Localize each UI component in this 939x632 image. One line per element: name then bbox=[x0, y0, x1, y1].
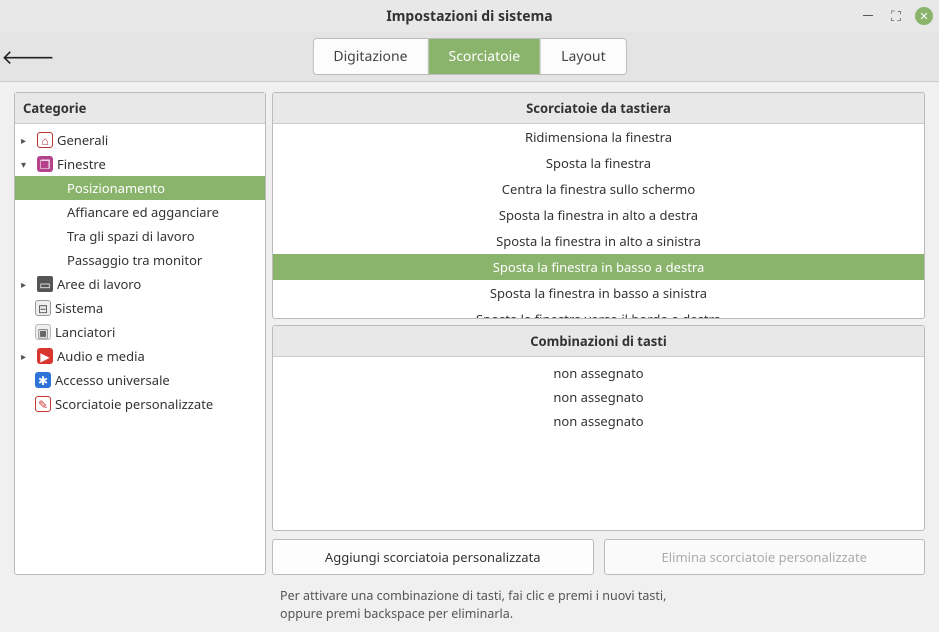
shortcut-item[interactable]: Sposta la finestra verso il bordo a dest… bbox=[273, 306, 924, 318]
tree-item-finestre[interactable]: ▾ ❐ Finestre bbox=[15, 152, 265, 176]
categories-tree: ▸ ⌂ Generali ▾ ❐ Finestre Posizionamento… bbox=[15, 124, 265, 574]
launchers-icon: ▣ bbox=[35, 324, 51, 340]
tree-label: Lanciatori bbox=[55, 323, 115, 341]
shortcuts-header: Scorciatoie da tastiera bbox=[273, 93, 924, 124]
shortcut-item-selected[interactable]: Sposta la finestra in basso a destra bbox=[273, 254, 924, 280]
tree-item-audio[interactable]: ▸ ▶ Audio e media bbox=[15, 344, 265, 368]
tree-item-spazi[interactable]: Tra gli spazi di lavoro bbox=[15, 224, 265, 248]
main-content: Categorie ▸ ⌂ Generali ▾ ❐ Finestre Posi… bbox=[0, 82, 939, 581]
maximize-icon[interactable]: ⛶ bbox=[887, 7, 905, 25]
shortcut-item[interactable]: Ridimensiona la finestra bbox=[273, 124, 924, 150]
chevron-right-icon: ▸ bbox=[21, 133, 33, 147]
footer-note: Per attivare una combinazione di tasti, … bbox=[0, 581, 939, 632]
shortcut-item[interactable]: Sposta la finestra in basso a sinistra bbox=[273, 280, 924, 306]
shortcut-item[interactable]: Sposta la finestra in alto a sinistra bbox=[273, 228, 924, 254]
tree-item-custom[interactable]: ✎ Scorciatoie personalizzate bbox=[15, 392, 265, 416]
tree-label: Affiancare ed agganciare bbox=[67, 203, 219, 221]
tree-label: Posizionamento bbox=[67, 179, 165, 197]
categories-panel: Categorie ▸ ⌂ Generali ▾ ❐ Finestre Posi… bbox=[14, 92, 266, 575]
arrow-left-icon: 🡐 bbox=[1, 43, 55, 70]
tree-item-accesso[interactable]: ✱ Accesso universale bbox=[15, 368, 265, 392]
custom-shortcut-icon: ✎ bbox=[35, 396, 51, 412]
tab-typing[interactable]: Digitazione bbox=[313, 39, 427, 74]
tree-label: Aree di lavoro bbox=[57, 275, 141, 293]
tree-item-sistema[interactable]: ⊟ Sistema bbox=[15, 296, 265, 320]
chevron-right-icon: ▸ bbox=[21, 277, 33, 291]
combo-item[interactable]: non assegnato bbox=[273, 409, 924, 433]
settings-icon: ⌂ bbox=[37, 132, 53, 148]
tree-item-generali[interactable]: ▸ ⌂ Generali bbox=[15, 128, 265, 152]
combos-header: Combinazioni di tasti bbox=[273, 326, 924, 357]
add-shortcut-button[interactable]: Aggiungi scorciatoia personalizzata bbox=[272, 539, 594, 575]
tree-label: Tra gli spazi di lavoro bbox=[67, 227, 195, 245]
toolbar: 🡐 Digitazione Scorciatoie Layout bbox=[0, 32, 939, 82]
system-icon: ⊟ bbox=[35, 300, 51, 316]
footer-line1: Per attivare una combinazione di tasti, … bbox=[280, 587, 666, 604]
window-controls: － ⛶ ✕ bbox=[859, 0, 933, 32]
remove-shortcut-button: Elimina scorciatoie personalizzate bbox=[604, 539, 926, 575]
tree-item-lanciatori[interactable]: ▣ Lanciatori bbox=[15, 320, 265, 344]
windows-icon: ❐ bbox=[37, 156, 53, 172]
shortcuts-panel: Scorciatoie da tastiera Ridimensiona la … bbox=[272, 92, 925, 319]
tree-label: Passaggio tra monitor bbox=[67, 251, 202, 269]
shortcut-item[interactable]: Centra la finestra sullo schermo bbox=[273, 176, 924, 202]
tree-label: Generali bbox=[57, 131, 108, 149]
tab-shortcuts[interactable]: Scorciatoie bbox=[428, 39, 541, 74]
shortcut-item[interactable]: Sposta la finestra in alto a destra bbox=[273, 202, 924, 228]
tree-label: Sistema bbox=[55, 299, 103, 317]
tree-item-monitor[interactable]: Passaggio tra monitor bbox=[15, 248, 265, 272]
accessibility-icon: ✱ bbox=[35, 372, 51, 388]
close-icon[interactable]: ✕ bbox=[915, 7, 933, 25]
tree-label: Finestre bbox=[57, 155, 106, 173]
shortcuts-list[interactable]: Ridimensiona la finestra Sposta la fines… bbox=[273, 124, 924, 318]
back-button[interactable]: 🡐 bbox=[14, 43, 42, 71]
footer-line2: oppure premi backspace per eliminarla. bbox=[280, 605, 513, 622]
combo-item[interactable]: non assegnato bbox=[273, 385, 924, 409]
titlebar: Impostazioni di sistema － ⛶ ✕ bbox=[0, 0, 939, 32]
categories-header: Categorie bbox=[15, 93, 265, 124]
right-column: Scorciatoie da tastiera Ridimensiona la … bbox=[272, 92, 925, 575]
minimize-icon[interactable]: － bbox=[859, 7, 877, 25]
combos-list: non assegnato non assegnato non assegnat… bbox=[273, 357, 924, 530]
combos-panel: Combinazioni di tasti non assegnato non … bbox=[272, 325, 925, 531]
shortcut-item[interactable]: Sposta la finestra bbox=[273, 150, 924, 176]
tree-item-aree[interactable]: ▸ ▭ Aree di lavoro bbox=[15, 272, 265, 296]
chevron-down-icon: ▾ bbox=[21, 157, 33, 171]
tree-label: Audio e media bbox=[57, 347, 145, 365]
tab-bar: Digitazione Scorciatoie Layout bbox=[312, 38, 626, 75]
workspaces-icon: ▭ bbox=[37, 276, 53, 292]
combo-item[interactable]: non assegnato bbox=[273, 361, 924, 385]
tree-item-affiancare[interactable]: Affiancare ed agganciare bbox=[15, 200, 265, 224]
window-title: Impostazioni di sistema bbox=[386, 7, 552, 26]
button-row: Aggiungi scorciatoia personalizzata Elim… bbox=[272, 539, 925, 575]
tree-item-posizionamento[interactable]: Posizionamento bbox=[15, 176, 265, 200]
tree-label: Scorciatoie personalizzate bbox=[55, 395, 213, 413]
tree-label: Accesso universale bbox=[55, 371, 170, 389]
tab-layout[interactable]: Layout bbox=[540, 39, 626, 74]
play-icon: ▶ bbox=[37, 348, 53, 364]
chevron-right-icon: ▸ bbox=[21, 349, 33, 363]
